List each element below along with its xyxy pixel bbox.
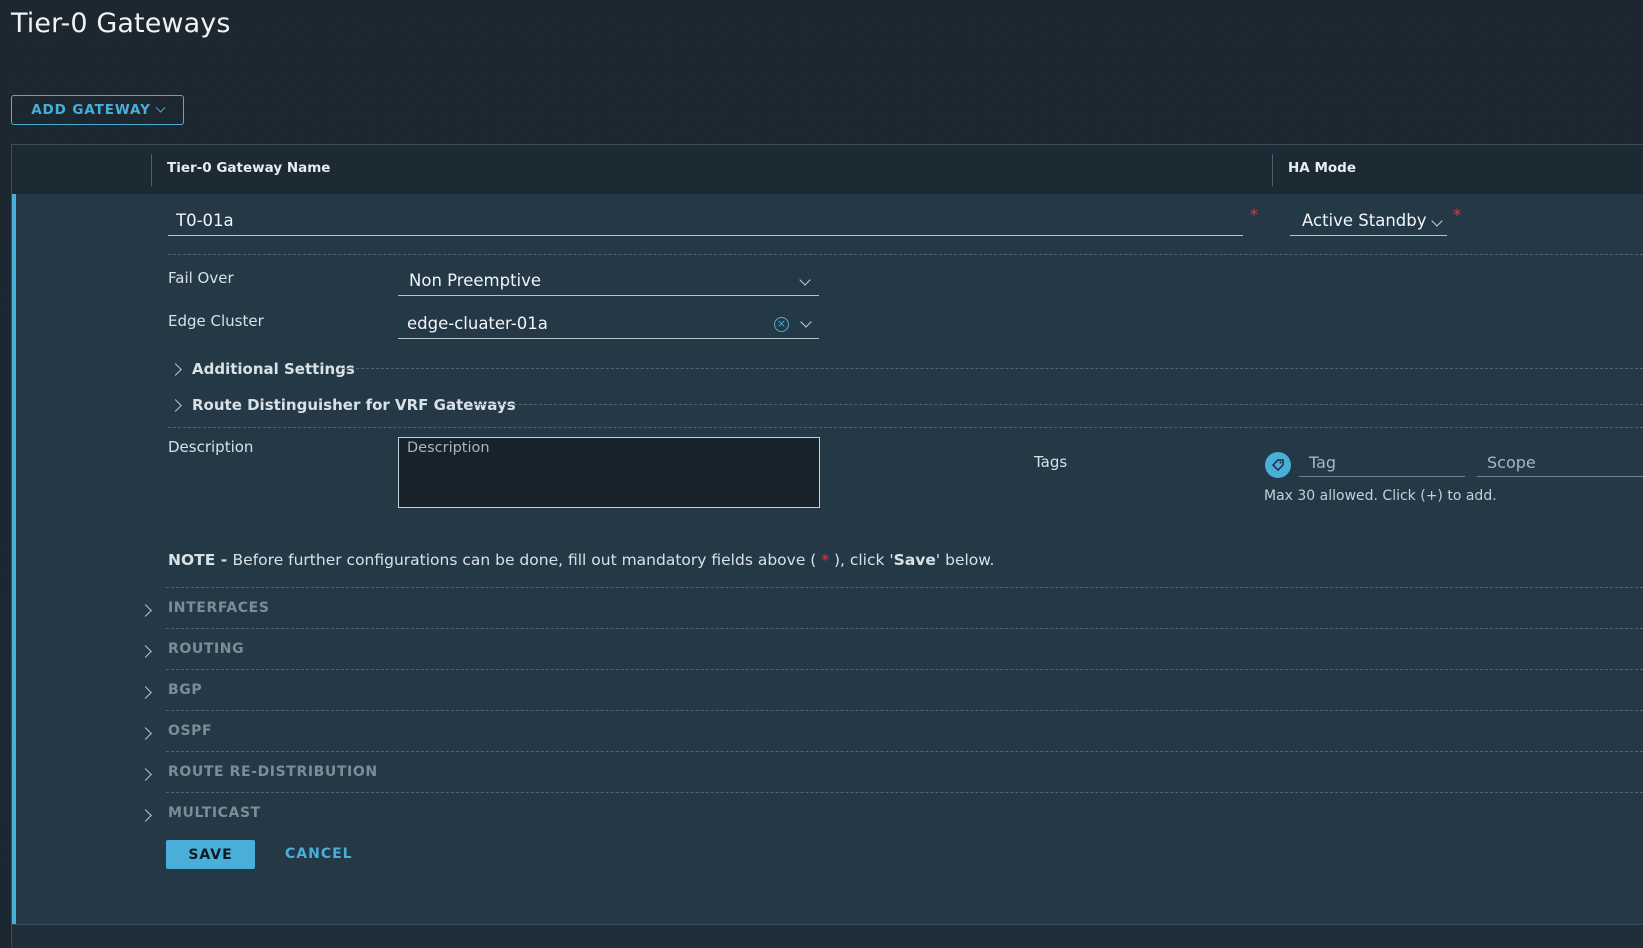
clear-icon[interactable]: × (774, 317, 789, 332)
divider (166, 751, 1643, 752)
chevron-right-icon[interactable] (139, 645, 152, 658)
scope-input[interactable]: Scope (1477, 452, 1643, 477)
chevron-right-icon[interactable] (139, 686, 152, 699)
fail-over-select[interactable]: Non Preemptive (398, 270, 819, 296)
edge-cluster-select[interactable]: edge-cluater-01a × (398, 313, 819, 339)
section-bgp[interactable]: BGP (168, 682, 202, 698)
tag-placeholder: Tag (1309, 453, 1337, 472)
scope-placeholder: Scope (1487, 453, 1536, 472)
tags-label: Tags (1034, 453, 1068, 471)
note-prefix: NOTE - (168, 551, 233, 569)
chevron-down-icon (155, 102, 166, 113)
required-marker: * (1250, 205, 1258, 224)
note-text-2: ), click ' (829, 551, 894, 569)
ha-mode-select[interactable]: Active Standby (1290, 211, 1447, 236)
note-required-star: * (821, 551, 830, 569)
gateways-grid: Tier-0 Gateway Name HA Mode T0-01a * Act… (11, 144, 1643, 948)
grid-footer (12, 924, 1643, 948)
note-text-1: Before further configurations can be don… (232, 551, 822, 569)
mandatory-note: NOTE - Before further configurations can… (168, 551, 994, 569)
note-text-3: ' below. (935, 551, 995, 569)
divider (166, 669, 1643, 670)
fail-over-value: Non Preemptive (409, 271, 542, 290)
chevron-down-icon (799, 274, 811, 286)
gateway-name-value: T0-01a (176, 211, 234, 230)
edge-cluster-label: Edge Cluster (168, 312, 264, 330)
page-title: Tier-0 Gateways (11, 8, 231, 39)
divider (166, 587, 1643, 588)
edge-cluster-value: edge-cluater-01a (407, 314, 548, 333)
route-distinguisher-toggle[interactable]: Route Distinguisher for VRF Gateways (192, 396, 516, 414)
gateway-edit-row: T0-01a * Active Standby * Fail Over Non … (12, 194, 1643, 924)
chevron-right-icon[interactable] (169, 363, 182, 376)
additional-settings-toggle[interactable]: Additional Settings (192, 360, 355, 378)
ha-mode-value: Active Standby (1302, 211, 1427, 230)
chevron-right-icon[interactable] (169, 399, 182, 412)
chevron-right-icon[interactable] (139, 809, 152, 822)
chevron-right-icon[interactable] (139, 727, 152, 740)
section-route-redistribution[interactable]: ROUTE RE-DISTRIBUTION (168, 764, 378, 780)
section-multicast[interactable]: MULTICAST (168, 805, 261, 821)
column-header-name[interactable]: Tier-0 Gateway Name (167, 160, 330, 176)
chevron-down-icon (800, 316, 812, 328)
fail-over-label: Fail Over (168, 269, 234, 287)
divider (168, 427, 1643, 428)
column-divider (151, 154, 152, 186)
description-label: Description (168, 438, 254, 456)
description-textarea[interactable]: Description (398, 437, 820, 508)
divider (166, 628, 1643, 629)
gateway-name-input[interactable]: T0-01a (168, 211, 1243, 236)
tag-icon[interactable] (1265, 452, 1291, 478)
grid-header: Tier-0 Gateway Name HA Mode (12, 145, 1643, 195)
divider (168, 254, 1643, 255)
divider (474, 404, 1643, 405)
column-divider (1272, 154, 1273, 186)
chevron-right-icon[interactable] (139, 604, 152, 617)
add-gateway-label: ADD GATEWAY (31, 102, 151, 118)
divider (166, 710, 1643, 711)
divider (166, 792, 1643, 793)
chevron-right-icon[interactable] (139, 768, 152, 781)
save-button[interactable]: SAVE (166, 840, 255, 869)
add-gateway-button[interactable]: ADD GATEWAY (11, 95, 184, 125)
required-marker: * (1453, 205, 1461, 224)
chevron-down-icon (1431, 215, 1443, 227)
description-placeholder: Description (407, 440, 490, 456)
section-ospf[interactable]: OSPF (168, 723, 212, 739)
tag-input[interactable]: Tag (1299, 452, 1465, 477)
cancel-button[interactable]: CANCEL (285, 846, 353, 862)
section-interfaces[interactable]: INTERFACES (168, 600, 270, 616)
column-header-ha-mode[interactable]: HA Mode (1288, 160, 1356, 176)
divider (341, 368, 1643, 369)
tags-hint: Max 30 allowed. Click (+) to add. (1264, 488, 1497, 504)
note-save-word: Save (893, 551, 936, 569)
section-routing[interactable]: ROUTING (168, 641, 244, 657)
